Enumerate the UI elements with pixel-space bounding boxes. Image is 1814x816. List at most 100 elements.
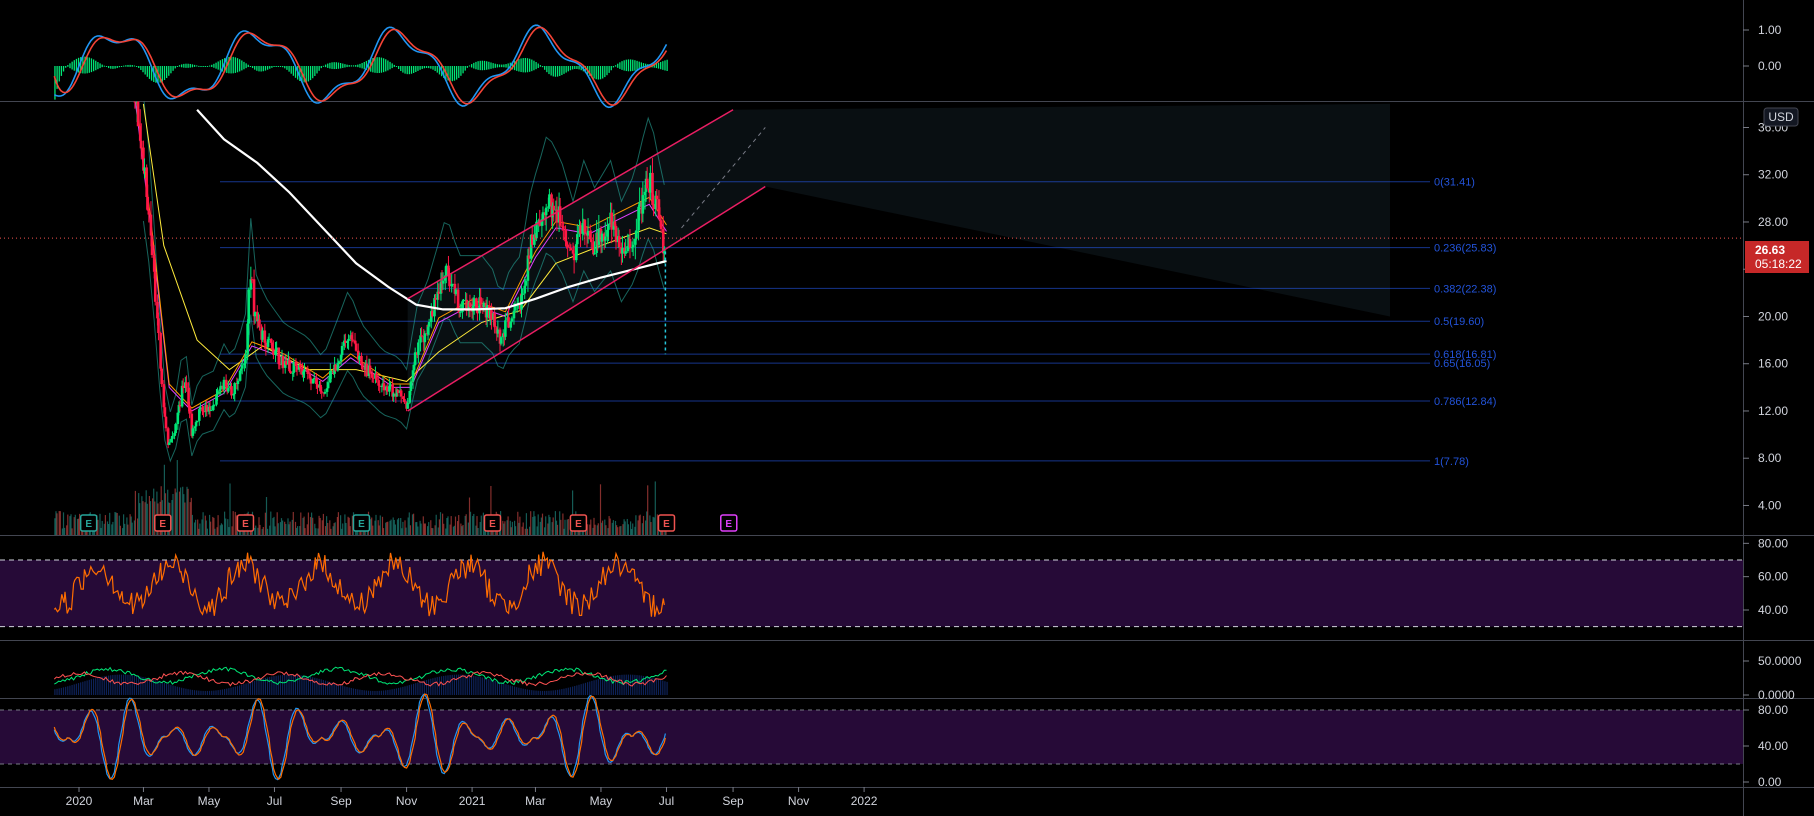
- adx-histogram-bar: [107, 675, 110, 695]
- volume-bar: [322, 513, 324, 535]
- candle-body: [230, 386, 233, 396]
- earnings-marker-label: E: [159, 519, 166, 530]
- volume-bar: [142, 501, 144, 535]
- macd-histogram-bar: [494, 63, 496, 68]
- volume-bar: [345, 522, 347, 535]
- volume-bar: [77, 518, 80, 535]
- macd-histogram-bar: [337, 62, 340, 69]
- adx-histogram-bar: [138, 676, 140, 695]
- adx-histogram-bar: [580, 684, 582, 695]
- volume-bar: [276, 512, 278, 535]
- macd-histogram-bar: [236, 58, 239, 73]
- macd-histogram-bar: [213, 63, 215, 68]
- adx-histogram-bar: [410, 684, 413, 695]
- volume-bar: [326, 516, 328, 535]
- volume-bar: [614, 520, 617, 535]
- adx-histogram-bar: [258, 679, 260, 695]
- volume-bar: [371, 517, 373, 535]
- earnings-marker[interactable]: E: [720, 514, 738, 532]
- adx-histogram-bar: [359, 689, 361, 695]
- earnings-marker[interactable]: E: [352, 514, 371, 532]
- macd-histogram-bar: [206, 66, 209, 67]
- macd-histogram-bar: [501, 64, 503, 68]
- volume-bar: [439, 512, 442, 535]
- volume-bar: [176, 460, 178, 535]
- macd-histogram-bar: [389, 61, 391, 70]
- volume-bar: [469, 511, 472, 535]
- volume-bar: [652, 516, 654, 535]
- volume-bar: [106, 521, 109, 535]
- earnings-marker[interactable]: E: [154, 514, 172, 532]
- volume-bar: [434, 525, 436, 535]
- volume-bar: [472, 515, 474, 535]
- volume-bar: [314, 523, 316, 535]
- adx-histogram-bar: [544, 690, 546, 695]
- adx-histogram-bar: [449, 675, 451, 695]
- adx-histogram-bar: [339, 685, 342, 695]
- countdown-label: 05:18:22: [1755, 257, 1802, 271]
- macd-histogram-bar: [346, 64, 348, 68]
- volume-bar: [116, 513, 118, 535]
- candle-body: [347, 338, 350, 341]
- earnings-marker[interactable]: E: [569, 514, 588, 532]
- volume-bar: [567, 519, 569, 535]
- volume-bar: [219, 525, 221, 535]
- adx-histogram-bar: [208, 690, 211, 695]
- candle-body: [244, 354, 247, 364]
- macd-histogram-bar: [471, 64, 473, 68]
- earnings-marker-label: E: [725, 519, 732, 530]
- macd-histogram-bar: [595, 66, 597, 80]
- adx-histogram-bar: [82, 681, 84, 695]
- adx-histogram-bar: [589, 681, 591, 695]
- adx-histogram-bar: [625, 674, 627, 695]
- adx-histogram-bar: [350, 687, 352, 695]
- macd-histogram-bar: [526, 58, 529, 73]
- volume-bar: [103, 523, 105, 535]
- macd-histogram-bar: [492, 63, 494, 69]
- price-plot-area[interactable]: 0(31.41) 0.236(25.83) 0.382(22.38) 0.5(19.6…: [0, 46, 1743, 535]
- adx-histogram-bar: [533, 690, 535, 695]
- stock-chart[interactable]: 0(31.41) 0.236(25.83) 0.382(22.38) 0.5(19.6…: [0, 0, 1814, 816]
- adx-histogram-bar: [260, 679, 262, 695]
- earnings-marker[interactable]: E: [657, 514, 676, 532]
- volume-bar: [54, 518, 56, 535]
- macd-histogram-bar: [462, 66, 464, 74]
- macd-histogram-bar: [518, 59, 520, 72]
- earnings-marker-label: E: [575, 519, 582, 530]
- candle-body: [157, 318, 160, 334]
- adx-histogram-bar: [520, 688, 522, 695]
- earnings-marker[interactable]: E: [483, 514, 502, 532]
- currency-badge[interactable]: USD: [1763, 107, 1799, 127]
- adx-histogram-bar: [660, 679, 662, 695]
- macd-histogram-bar: [198, 65, 200, 67]
- volume-bar: [650, 522, 652, 535]
- candle-body: [423, 333, 427, 343]
- adx-histogram-bar: [563, 688, 565, 695]
- macd-histogram-bar: [251, 66, 254, 69]
- candle-body: [247, 289, 250, 324]
- macd-histogram-bar: [477, 61, 479, 70]
- adx-histogram-bar: [54, 689, 56, 695]
- price-axis[interactable]: 36.0032.0028.0024.0020.0016.0012.008.004…: [1743, 23, 1802, 789]
- adx-histogram-bar: [415, 683, 417, 695]
- time-axis[interactable]: 2020 Mar May Jul Sep Nov 2021 Mar May Jul Sep Nov 20…: [66, 787, 878, 808]
- earnings-marker[interactable]: E: [79, 514, 98, 532]
- adx-histogram-bar: [202, 690, 204, 695]
- macd-histogram-bar: [359, 63, 361, 68]
- macd-histogram-bar: [382, 58, 385, 73]
- macd-histogram-bar: [163, 66, 166, 81]
- earnings-marker-label: E: [489, 519, 496, 530]
- candle-body: [298, 365, 302, 368]
- adx-histogram-bar: [125, 674, 127, 695]
- volume-bar: [191, 514, 193, 535]
- adx-histogram-bar: [165, 683, 168, 695]
- macd-histogram-bar: [460, 66, 462, 76]
- earnings-marker[interactable]: E: [236, 514, 255, 532]
- adx-histogram-bar: [223, 689, 226, 695]
- adx-histogram-bar: [80, 682, 82, 695]
- volume-bar: [272, 518, 274, 535]
- adx-histogram-bar: [228, 688, 230, 695]
- adx-histogram-bar: [595, 679, 597, 695]
- volume-bar: [190, 497, 192, 535]
- candle-body: [209, 410, 213, 412]
